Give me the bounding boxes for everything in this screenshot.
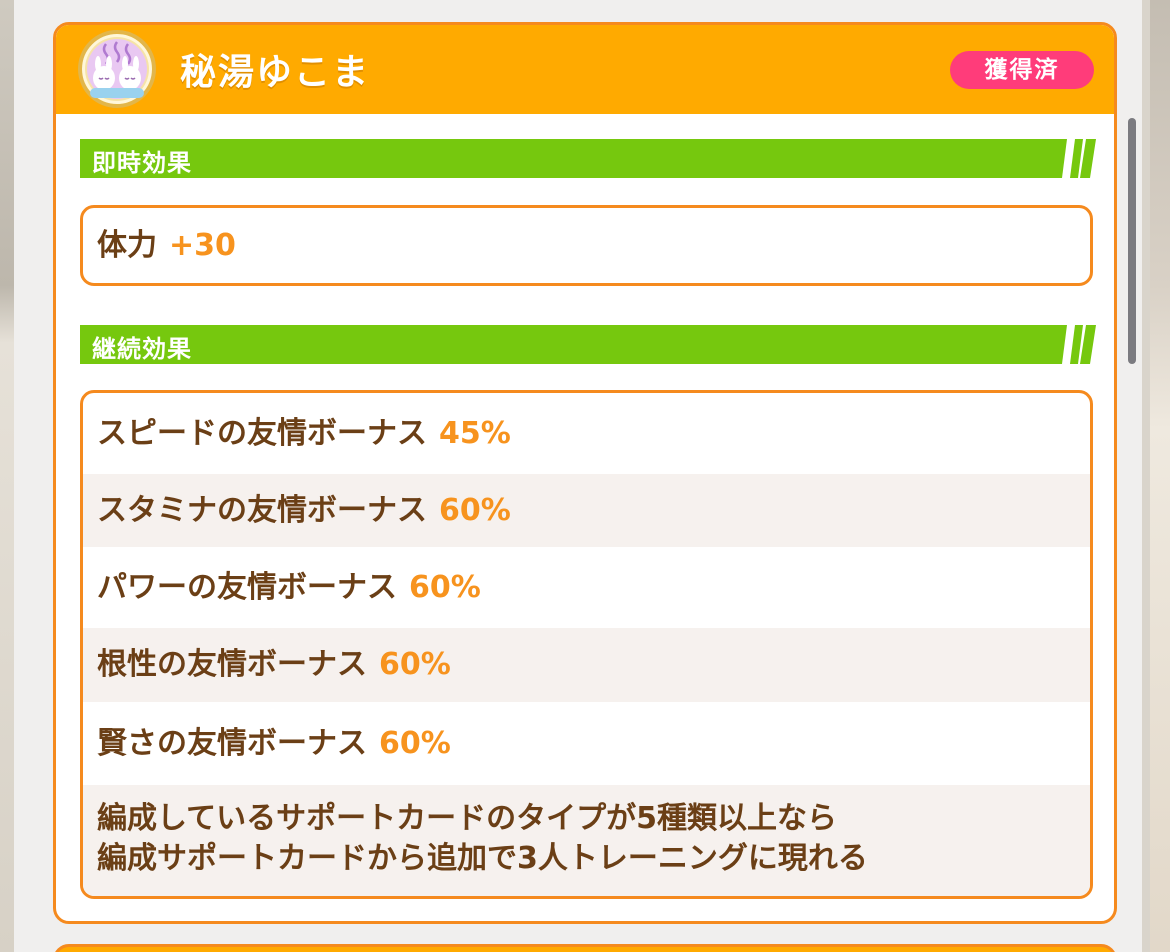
effect-label: 賢さの友情ボーナス (97, 726, 367, 761)
yukoma-bunny-icon (78, 30, 156, 108)
card-header: 秘湯ゆこま 獲得済 (56, 25, 1114, 114)
continuous-effect-box: スピードの友情ボーナス 45% スタミナの友情ボーナス 60% パワーの友情ボーナス… (80, 390, 1093, 899)
effect-label: スピードの友情ボーナス (97, 416, 427, 451)
effect-label: 体力 (97, 228, 157, 263)
effect-value: 60% (379, 647, 451, 682)
effect-label: パワーの友情ボーナス (97, 570, 397, 605)
effect-value: +30 (169, 228, 236, 263)
effect-row: スタミナの友情ボーナス 60% (83, 474, 1090, 547)
effect-note-line: 編成サポートカードから追加で3人トレーニングに現れる (97, 841, 868, 876)
effect-value: 60% (439, 493, 511, 528)
effect-row: 体力 +30 (83, 208, 1090, 283)
continuous-effect-label: 継続効果 (92, 335, 192, 363)
item-title: 秘湯ゆこま (180, 52, 371, 93)
effect-note: 編成しているサポートカードのタイプが5種類以上なら 編成サポートカードから追加で… (83, 785, 1090, 896)
effect-value: 45% (439, 416, 511, 451)
background-right (1150, 0, 1170, 952)
effect-row: 根性の友情ボーナス 60% (83, 628, 1090, 702)
continuous-effect-header: 継続効果 (80, 325, 1096, 364)
effect-row: パワーの友情ボーナス 60% (83, 547, 1090, 628)
immediate-effect-label: 即時効果 (92, 149, 192, 177)
background-left (0, 0, 14, 952)
effect-row: 賢さの友情ボーナス 60% (83, 702, 1090, 785)
scrollbar-thumb[interactable] (1128, 118, 1136, 364)
effect-row: スピードの友情ボーナス 45% (83, 393, 1090, 474)
item-detail-card: 秘湯ゆこま 獲得済 即時効果 体力 +30 継続効果 スピードの友情ボーナス 45%… (53, 22, 1117, 924)
immediate-effect-box: 体力 +30 (80, 205, 1093, 286)
effect-value: 60% (409, 570, 481, 605)
acquired-badge: 獲得済 (950, 51, 1094, 89)
next-item-card-edge (53, 944, 1117, 952)
effect-label: 根性の友情ボーナス (97, 647, 367, 682)
effect-value: 60% (379, 726, 451, 761)
effect-note-line: 編成しているサポートカードのタイプが5種類以上なら (97, 801, 837, 836)
effect-label: スタミナの友情ボーナス (97, 493, 427, 528)
immediate-effect-header: 即時効果 (80, 139, 1096, 178)
